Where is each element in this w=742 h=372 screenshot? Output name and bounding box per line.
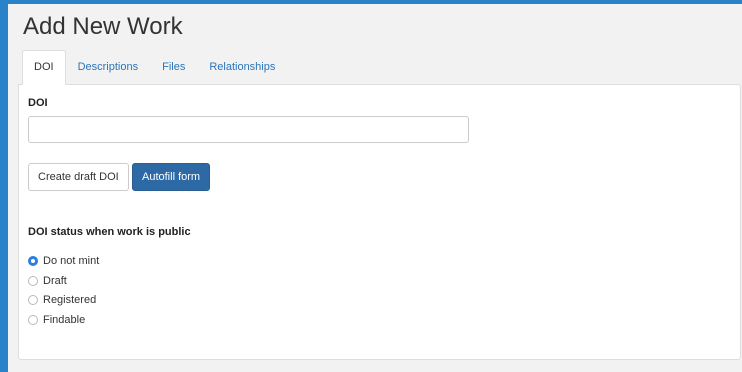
doi-label: DOI: [28, 97, 48, 109]
tab-relationships[interactable]: Relationships: [197, 50, 287, 84]
tab-descriptions[interactable]: Descriptions: [66, 50, 151, 84]
doi-status-option-registered[interactable]: Registered: [28, 290, 99, 310]
doi-status-heading: DOI status when work is public: [28, 226, 191, 238]
radio-label: Draft: [43, 274, 67, 287]
tab-doi[interactable]: DOI: [22, 50, 66, 85]
doi-input[interactable]: [28, 116, 469, 143]
doi-status-radio-group: Do not mint Draft Registered Findable: [28, 251, 99, 330]
doi-status-option-draft[interactable]: Draft: [28, 271, 99, 291]
doi-status-option-findable[interactable]: Findable: [28, 310, 99, 330]
radio-button-checked[interactable]: [28, 255, 38, 266]
page: Add New Work DOI Descriptions Files Rela…: [8, 4, 742, 372]
tab-bar: DOI Descriptions Files Relationships: [22, 50, 287, 85]
doi-status-option-do-not-mint[interactable]: Do not mint: [28, 251, 99, 271]
radio-label: Registered: [43, 294, 97, 307]
tab-files[interactable]: Files: [150, 50, 197, 84]
create-draft-doi-button[interactable]: Create draft DOI: [28, 163, 129, 191]
autofill-form-button[interactable]: Autofill form: [132, 163, 211, 191]
radio-button[interactable]: [28, 295, 38, 306]
radio-label: Findable: [43, 313, 86, 326]
page-title: Add New Work: [23, 13, 183, 40]
radio-label: Do not mint: [43, 254, 100, 267]
doi-panel: DOI Create draft DOI Autofill form DOI s…: [18, 84, 741, 360]
radio-button[interactable]: [28, 314, 38, 325]
radio-button[interactable]: [28, 275, 38, 286]
